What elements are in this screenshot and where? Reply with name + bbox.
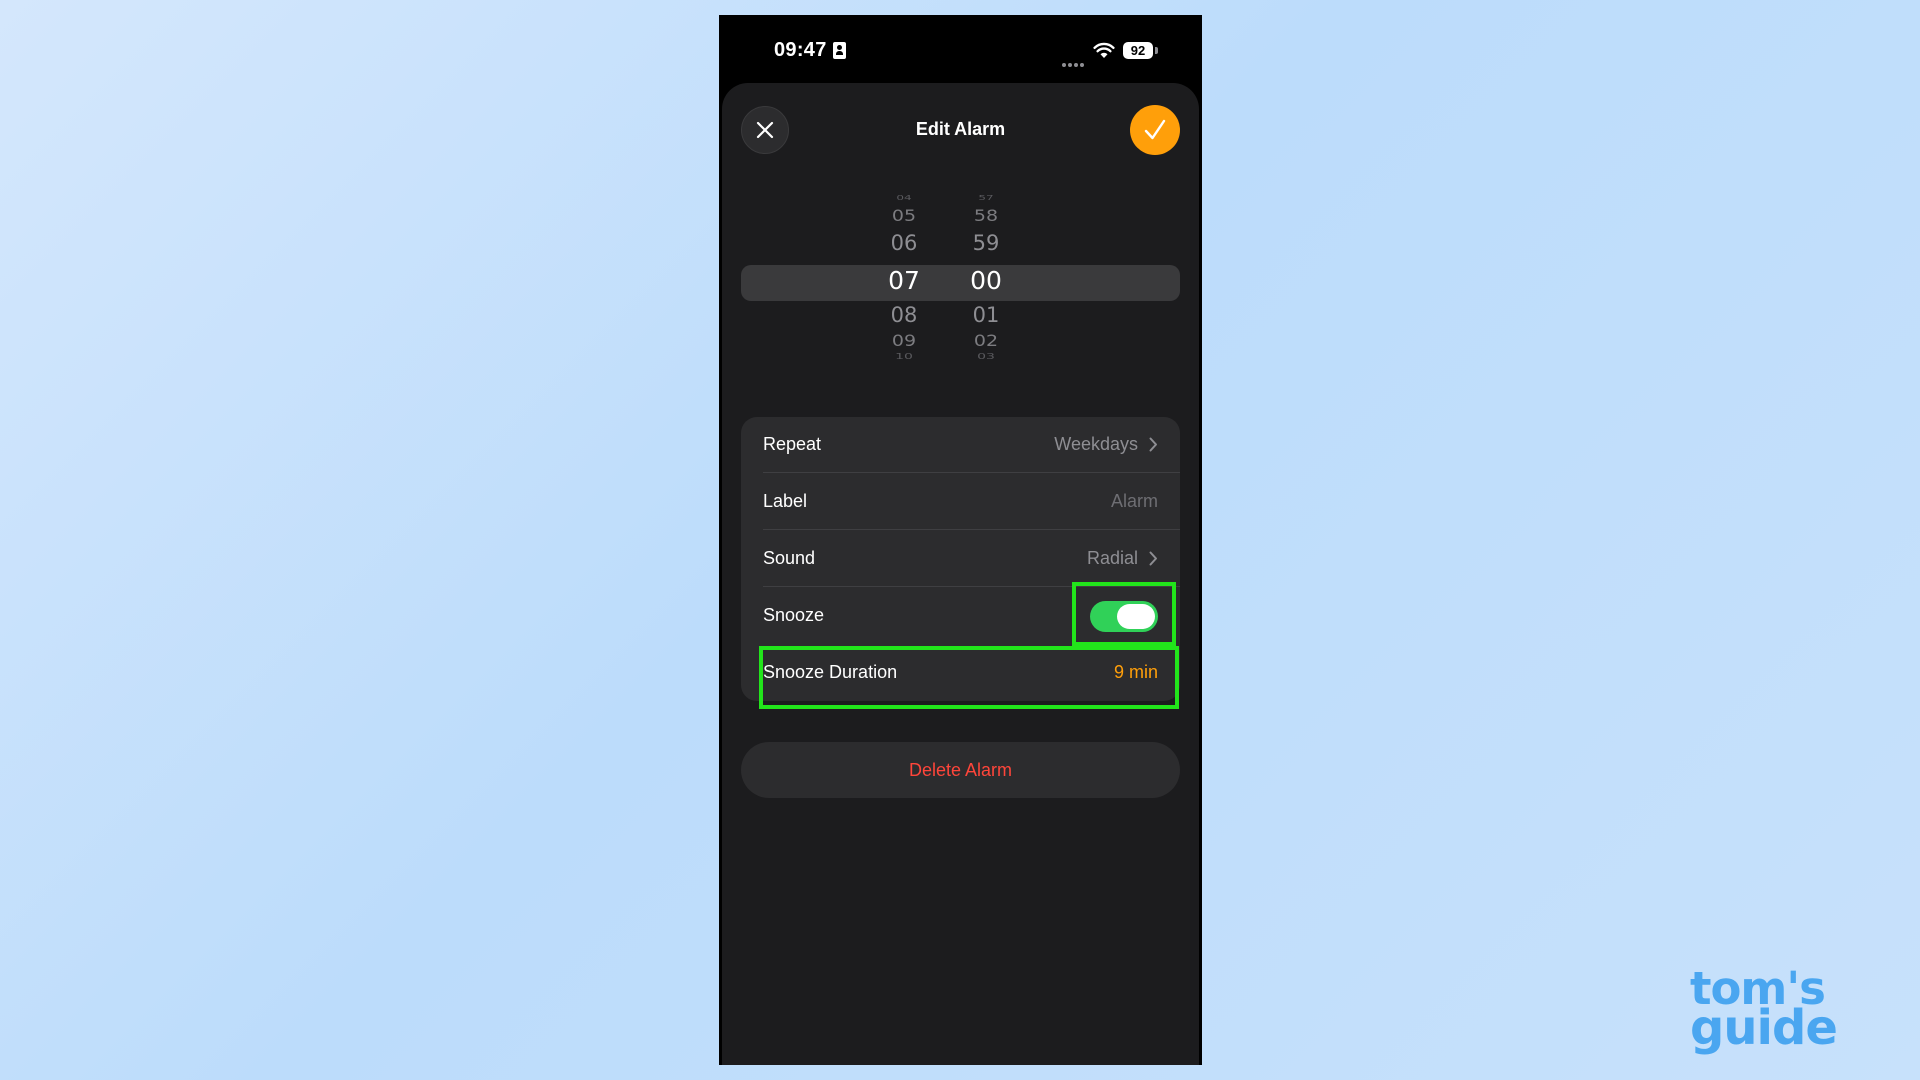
minute-option: 58 <box>973 206 999 226</box>
hour-selected: 07 <box>888 266 920 295</box>
edit-alarm-sheet: Edit Alarm 04 05 06 07 08 09 10 57 58 59… <box>722 83 1199 1065</box>
label-label: Label <box>763 491 808 511</box>
toggle-knob <box>1117 604 1155 629</box>
repeat-value: Weekdays <box>1054 434 1138 454</box>
row-divider <box>763 529 1180 530</box>
battery-cap-icon <box>1155 47 1158 54</box>
minute-wheel[interactable]: 57 58 59 00 01 02 03 <box>956 183 1016 393</box>
cellular-signal-icon <box>1062 54 1086 72</box>
minute-option: 03 <box>977 352 995 362</box>
alarm-settings-list: Repeat Weekdays Label Alarm Sound Radial <box>741 417 1180 701</box>
snooze-label: Snooze <box>763 605 825 625</box>
status-time: 09:47 <box>774 39 827 61</box>
watermark-line2: guide <box>1690 1000 1838 1056</box>
hour-option: 10 <box>895 352 913 362</box>
hour-option: 06 <box>890 231 918 255</box>
snooze-duration-label: Snooze Duration <box>763 662 898 682</box>
row-divider <box>763 586 1180 587</box>
hour-option: 05 <box>891 206 917 226</box>
snooze-toggle[interactable] <box>1090 601 1158 632</box>
sound-value: Radial <box>1086 548 1138 568</box>
delete-alarm-button[interactable]: Delete Alarm <box>741 742 1180 798</box>
hour-option: 04 <box>896 194 912 202</box>
sound-row[interactable]: Sound Radial <box>741 531 1180 587</box>
snooze-duration-value: 9 min <box>1113 662 1158 682</box>
minute-selected: 00 <box>970 266 1002 295</box>
phone-screen: 09:47 92 Edit Alarm 04 05 06 07 08 09 10… <box>719 15 1202 1065</box>
snooze-row: Snooze <box>741 588 1180 644</box>
time-picker[interactable]: 04 05 06 07 08 09 10 57 58 59 00 01 02 0… <box>722 183 1199 393</box>
page-title: Edit Alarm <box>915 119 1006 139</box>
label-field[interactable]: Alarm <box>1111 491 1158 512</box>
battery-level: 92 <box>1123 42 1153 59</box>
save-button[interactable] <box>1130 105 1180 155</box>
repeat-row[interactable]: Repeat Weekdays <box>741 417 1180 473</box>
checkmark-icon <box>1144 119 1166 140</box>
wifi-icon <box>1093 42 1115 64</box>
minute-option: 02 <box>973 331 999 351</box>
minute-option: 59 <box>972 231 1000 255</box>
label-row[interactable]: Label Alarm <box>741 474 1180 530</box>
snooze-duration-row[interactable]: Snooze Duration 9 min <box>741 645 1180 701</box>
chevron-right-icon <box>1149 551 1157 566</box>
hour-option: 09 <box>891 331 917 351</box>
chevron-right-icon <box>1149 437 1157 452</box>
sound-label: Sound <box>763 548 816 568</box>
hour-wheel[interactable]: 04 05 06 07 08 09 10 <box>874 183 934 393</box>
minute-option: 01 <box>972 303 1000 327</box>
minute-option: 57 <box>978 194 994 202</box>
row-divider <box>763 472 1180 473</box>
status-bar: 09:47 92 <box>719 15 1202 85</box>
focus-person-icon <box>833 42 846 59</box>
repeat-label: Repeat <box>763 434 822 454</box>
hour-option: 08 <box>890 303 918 327</box>
